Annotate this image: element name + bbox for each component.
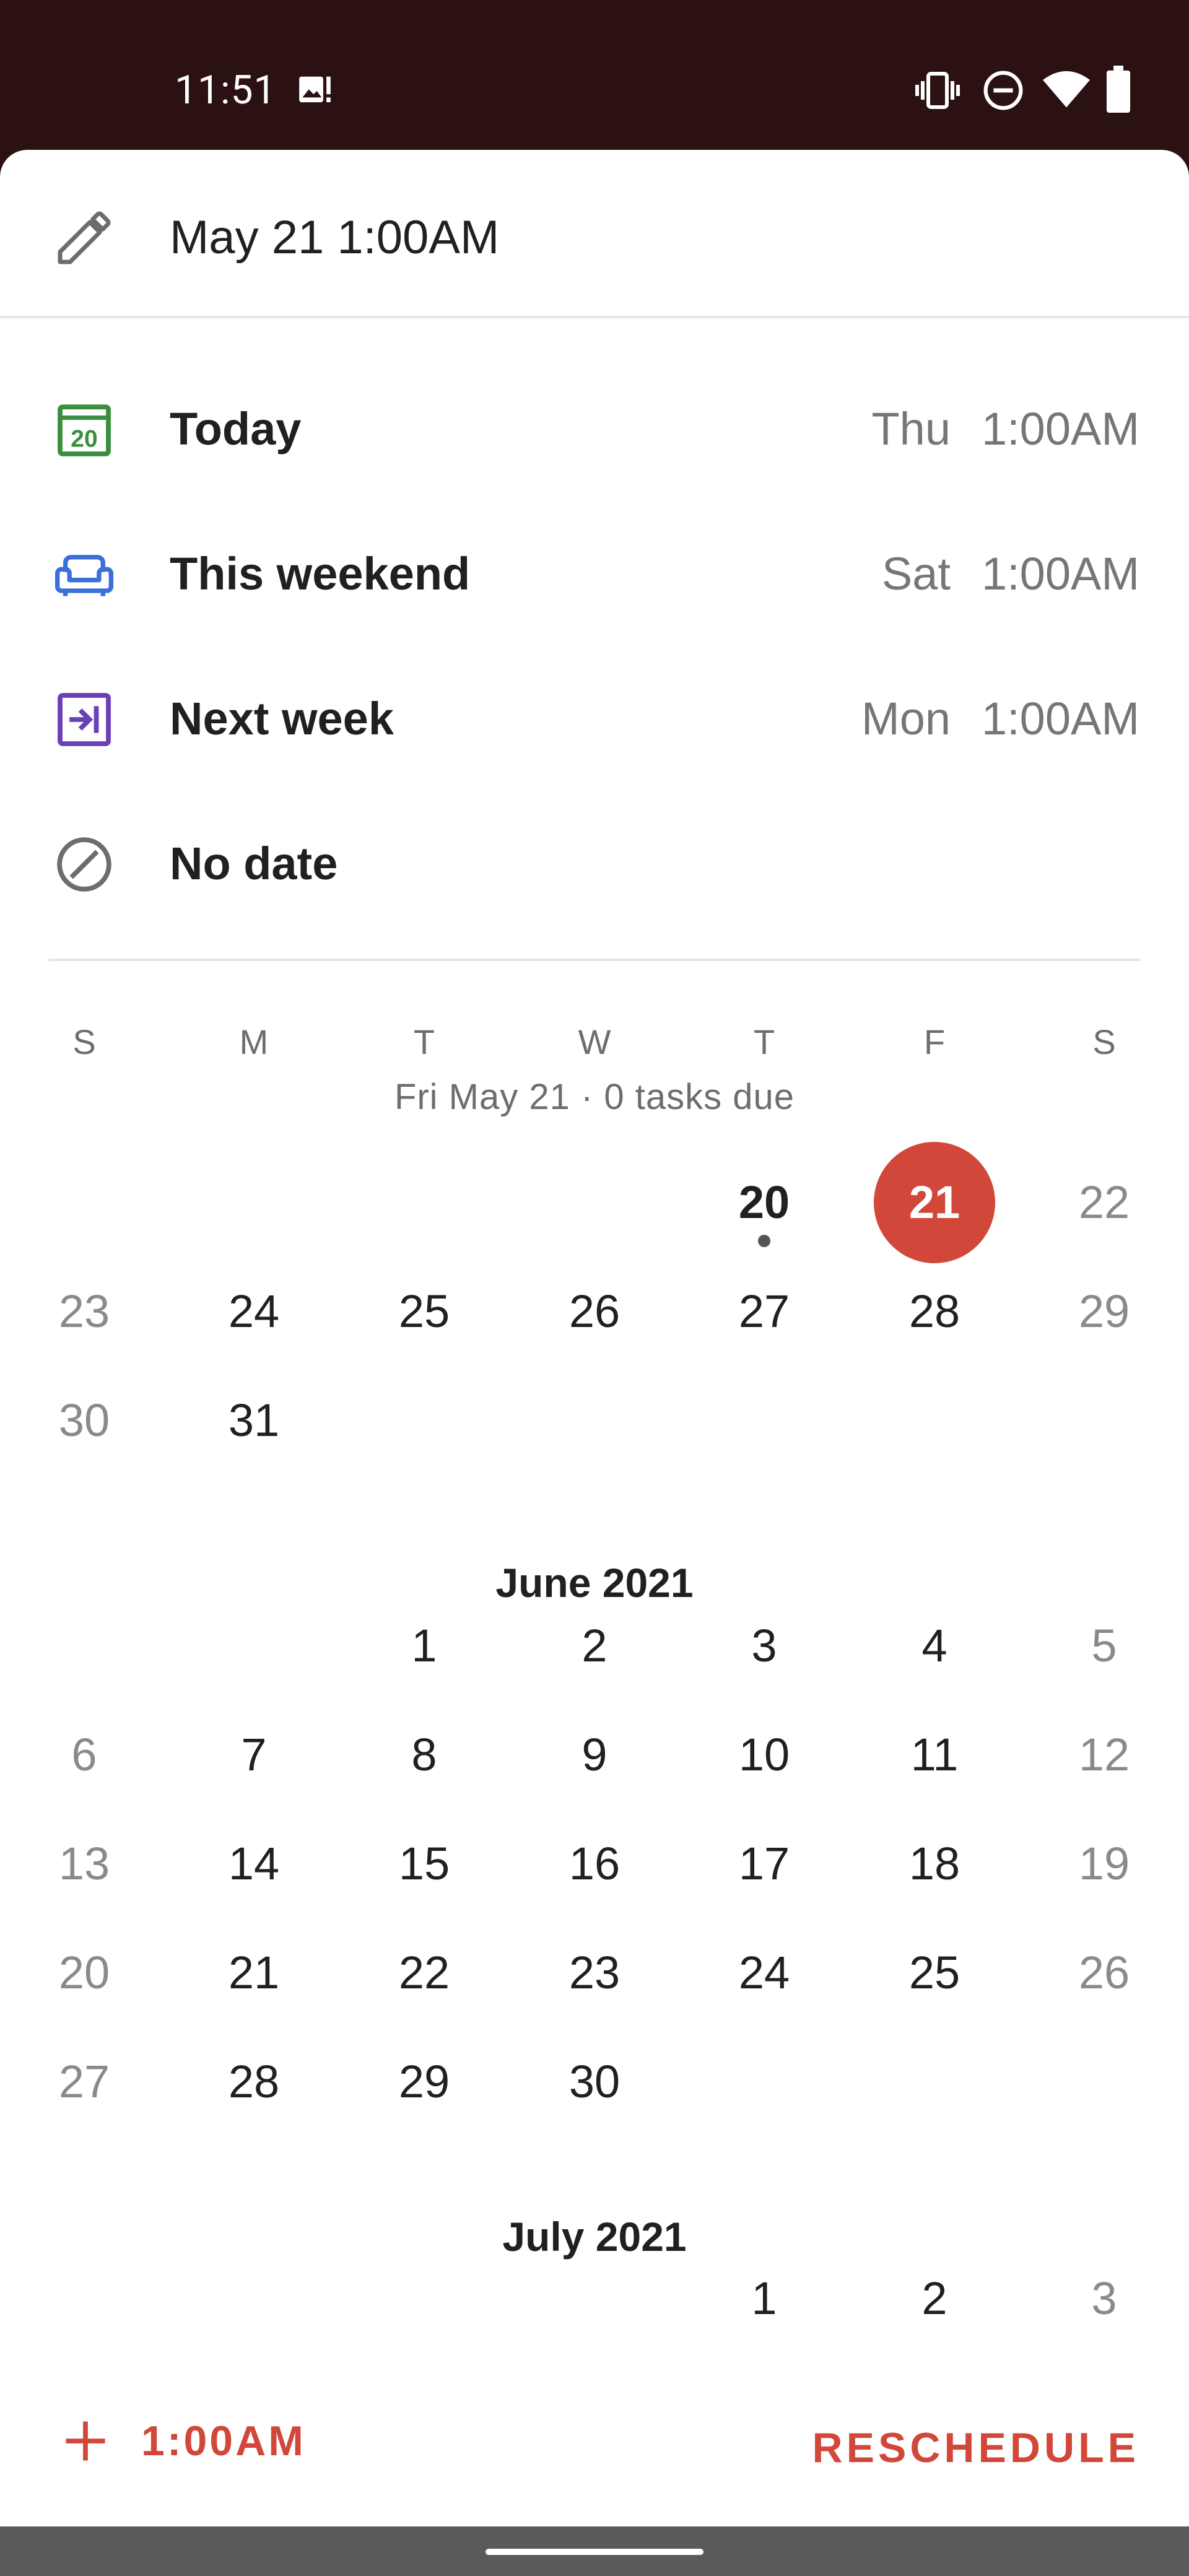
wifi-icon: [1043, 71, 1090, 108]
battery-icon: [1107, 66, 1130, 113]
image-notification-icon: [299, 76, 331, 103]
calendar-day-may-28[interactable]: 28: [873, 1284, 996, 1339]
reschedule-button[interactable]: RESCHEDULE: [812, 2424, 1140, 2472]
today-indicator-dot: [758, 1235, 770, 1247]
option-day-this-weekend: Sat: [881, 548, 951, 599]
time-button-label: 1:00AM: [141, 2417, 306, 2465]
status-bar: 11:51: [0, 0, 1189, 149]
option-next-week[interactable]: Next week Mon 1:00AM: [0, 654, 1189, 778]
schedule-input-row[interactable]: May 21 1:00AM: [0, 150, 1189, 317]
calendar-day-june-19[interactable]: 19: [1042, 1836, 1166, 1892]
weekday-thu: T: [753, 1022, 775, 1061]
calendar-day-may-23[interactable]: 23: [22, 1284, 146, 1339]
calendar-day-june-7[interactable]: 7: [192, 1727, 316, 1783]
calendar-day-june-5[interactable]: 5: [1042, 1618, 1166, 1674]
calendar-day-june-21[interactable]: 21: [192, 1945, 316, 2001]
arrow-into-box-icon: [58, 693, 111, 746]
calendar-day-june-17[interactable]: 17: [702, 1836, 826, 1892]
weekday-mon: M: [239, 1022, 269, 1061]
calendar-divider: [48, 959, 1141, 961]
calendar-day-june-1[interactable]: 1: [362, 1618, 486, 1674]
weekday-fri: F: [923, 1022, 946, 1061]
calendar-day-june-25[interactable]: 25: [873, 1945, 996, 2001]
status-time: 11:51: [175, 67, 277, 113]
weekday-tue: T: [413, 1022, 435, 1061]
calendar-day-june-3[interactable]: 3: [702, 1618, 826, 1674]
calendar-day-may-25[interactable]: 25: [362, 1284, 486, 1339]
calendar-day-may-27[interactable]: 27: [702, 1284, 826, 1339]
weekday-header: S M T W T F S: [0, 1022, 1189, 1061]
option-label-today: Today: [170, 403, 302, 455]
calendar-day-may-30[interactable]: 30: [22, 1393, 146, 1448]
weekday-wed: W: [578, 1022, 611, 1061]
option-label-no-date: No date: [170, 838, 338, 889]
calendar-day-june-30[interactable]: 30: [533, 2054, 656, 2110]
gesture-handle[interactable]: [486, 2549, 703, 2555]
plus-icon: [66, 2421, 105, 2461]
calendar-day-june-8[interactable]: 8: [362, 1727, 486, 1783]
weekday-sun: S: [72, 1022, 96, 1061]
calendar-icon-number: 20: [71, 425, 97, 452]
header-divider: [0, 316, 1189, 318]
calendar-day-june-16[interactable]: 16: [533, 1836, 656, 1892]
calendar-day-june-22[interactable]: 22: [362, 1945, 486, 2001]
schedule-sheet: May 21 1:00AM 20 Today Thu 1:00AM This w…: [0, 150, 1189, 2528]
navigation-bar: [0, 2526, 1189, 2576]
calendar-day-june-9[interactable]: 9: [533, 1727, 656, 1783]
calendar-day-may-26[interactable]: 26: [533, 1284, 656, 1339]
calendar-day-june-27[interactable]: 27: [22, 2054, 146, 2110]
calendar-day-june-18[interactable]: 18: [873, 1836, 996, 1892]
calendar-day-june-24[interactable]: 24: [702, 1945, 826, 2001]
do-not-disturb-icon: [983, 71, 1023, 110]
option-today[interactable]: 20 Today Thu 1:00AM: [0, 364, 1189, 488]
couch-icon: [54, 555, 114, 596]
calendar-day-june-13[interactable]: 13: [22, 1836, 146, 1892]
vibrate-icon: [915, 72, 960, 109]
calendar-day-june-15[interactable]: 15: [362, 1836, 486, 1892]
add-time-button[interactable]: 1:00AM: [59, 2410, 306, 2472]
calendar-day-june-11[interactable]: 11: [873, 1727, 996, 1783]
option-day-today: Thu: [871, 403, 951, 455]
calendar-day-may-29[interactable]: 29: [1042, 1284, 1166, 1339]
no-date-icon: [57, 837, 111, 892]
weekday-sat: S: [1092, 1022, 1116, 1061]
calendar-day-june-23[interactable]: 23: [533, 1945, 656, 2001]
bottom-action-bar: 1:00AM RESCHEDULE: [0, 2375, 1189, 2528]
month-title-july: July 2021: [502, 2214, 687, 2260]
option-no-date[interactable]: No date: [0, 799, 1189, 923]
calendar-day-june-12[interactable]: 12: [1042, 1727, 1166, 1783]
option-day-next-week: Mon: [861, 693, 951, 744]
calendar-day-may-24[interactable]: 24: [192, 1284, 316, 1339]
calendar-day-june-29[interactable]: 29: [362, 2054, 486, 2110]
calendar-day-june-28[interactable]: 28: [192, 2054, 316, 2110]
calendar-day-may-21[interactable]: 21: [873, 1175, 996, 1230]
calendar-day-june-4[interactable]: 4: [873, 1618, 996, 1674]
schedule-input-text[interactable]: May 21 1:00AM: [170, 211, 499, 264]
calendar-day-june-2[interactable]: 2: [533, 1618, 656, 1674]
month-title-june: June 2021: [495, 1560, 694, 1606]
option-time-this-weekend: 1:00AM: [981, 548, 1139, 599]
calendar-day-june-14[interactable]: 14: [192, 1836, 316, 1892]
option-label-this-weekend: This weekend: [170, 548, 471, 599]
option-time-today: 1:00AM: [981, 403, 1139, 455]
calendar-summary: Fri May 21 · 0 tasks due: [394, 1077, 795, 1117]
pencil-icon: [58, 211, 111, 264]
calendar-day-june-26[interactable]: 26: [1042, 1945, 1166, 2001]
option-this-weekend[interactable]: This weekend Sat 1:00AM: [0, 509, 1189, 633]
calendar-day-may-20[interactable]: 20: [702, 1175, 826, 1230]
calendar-day-july-3[interactable]: 3: [1042, 2271, 1166, 2326]
calendar-day-june-20[interactable]: 20: [22, 1945, 146, 2001]
calendar-day-may-22[interactable]: 22: [1042, 1175, 1166, 1230]
calendar-day-june-6[interactable]: 6: [22, 1727, 146, 1783]
calendar-day-june-10[interactable]: 10: [702, 1727, 826, 1783]
calendar-day-may-31[interactable]: 31: [192, 1393, 316, 1448]
option-label-next-week: Next week: [170, 693, 394, 744]
option-time-next-week: 1:00AM: [981, 693, 1139, 744]
calendar-day-july-1[interactable]: 1: [702, 2271, 826, 2326]
calendar-today-icon: 20: [58, 404, 111, 456]
calendar-day-july-2[interactable]: 2: [873, 2271, 996, 2326]
